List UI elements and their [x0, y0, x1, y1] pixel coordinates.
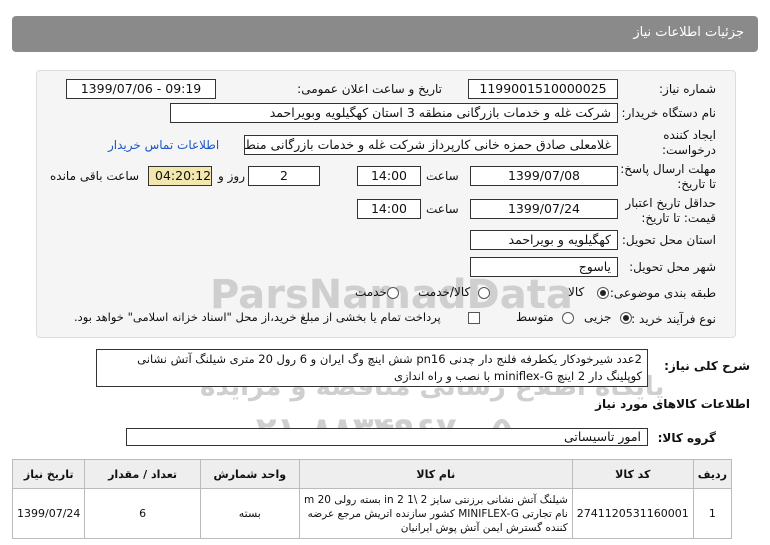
- buyer-label: نام دستگاه خریدار:: [621, 106, 717, 120]
- validity-label-1: حداقل تاریخ اعتبار: [625, 196, 716, 210]
- table-row: 1 2741120531160001 شیلنگ آتش نشانی برزنت…: [11, 488, 733, 539]
- process-label: نوع فرآیند خرید :: [631, 312, 716, 326]
- row-name: شیلنگ آتش نشانی برزنتی سایز 2 \1 2 in بس…: [298, 488, 573, 539]
- row-name-line-3: کننده گسترش ایمن آتش پوش ایرانیان: [400, 521, 568, 534]
- row-unit: بسته: [199, 488, 300, 539]
- row-date: 1399/07/24: [11, 488, 86, 539]
- deadline-label-2: تا تاریخ:: [677, 177, 716, 191]
- deadline-date-field[interactable]: 1399/07/08: [470, 166, 618, 186]
- payment-note: پرداخت تمام یا بخشی از مبلغ خرید،از محل …: [74, 310, 441, 324]
- announce-label: تاریخ و ساعت اعلان عمومی:: [297, 82, 442, 96]
- category-option-goods: کالا: [568, 285, 585, 299]
- col-code: کد کالا: [571, 459, 694, 489]
- validity-hour-label: ساعت: [426, 202, 459, 216]
- process-radio-partial[interactable]: [620, 312, 632, 324]
- remaining-time-field: 04:20:12: [148, 166, 212, 186]
- category-radio-service[interactable]: [387, 287, 399, 299]
- header-bar: جزئیات اطلاعات نیاز: [12, 16, 758, 52]
- province-label: استان محل تحویل:: [621, 233, 716, 247]
- description-label: شرح کلی نیاز:: [664, 359, 750, 373]
- col-name: نام کالا: [298, 459, 573, 489]
- goods-table-header: ردیف کد کالا نام کالا واحد شمارش تعداد /…: [11, 459, 733, 489]
- row-name-line-2: نام تجارتی MINIFLEX-G کشور سازنده اتریش …: [307, 507, 568, 520]
- goods-group-field[interactable]: امور تاسیساتی: [126, 428, 648, 446]
- buyer-field[interactable]: شرکت غله و خدمات بازرگانی منطقه 3 استان …: [170, 103, 618, 123]
- description-line-2: کوپلینگ دار 2 اینچ miniflex-G با نصب و ر…: [393, 369, 642, 383]
- treasury-payment-checkbox[interactable]: [468, 312, 480, 324]
- creator-label-1: ایجاد کننده: [663, 128, 716, 142]
- creator-label-2: درخواست:: [662, 143, 716, 157]
- days-label: روز و: [218, 169, 245, 183]
- validity-label-2: قیمت: تا تاریخ:: [641, 211, 716, 225]
- city-label: شهر محل تحویل:: [629, 260, 716, 274]
- announce-field[interactable]: 1399/07/06 - 09:19: [66, 79, 216, 99]
- goods-table: ردیف کد کالا نام کالا واحد شمارش تعداد /…: [11, 459, 733, 539]
- province-field[interactable]: کهگیلویه و بویراحمد: [470, 230, 618, 250]
- description-box: 2عدد شیرخودکار یکطرفه فلنج دار چدنی pn16…: [96, 349, 648, 387]
- days-field[interactable]: 2: [248, 166, 320, 186]
- category-option-goods-service: کالا/خدمت: [418, 285, 471, 299]
- goods-group-label: گروه کالا:: [657, 431, 716, 445]
- col-date: تاریخ نیاز: [11, 459, 86, 489]
- deadline-label-1: مهلت ارسال پاسخ:: [620, 162, 716, 176]
- creator-field[interactable]: غلامعلی صادق حمزه خانی کارپرداز شرکت غله…: [244, 135, 618, 155]
- category-option-service: خدمت: [355, 285, 387, 299]
- validity-time-field[interactable]: 14:00: [357, 199, 421, 219]
- description-line-1: 2عدد شیرخودکار یکطرفه فلنج دار چدنی pn16…: [137, 352, 642, 366]
- col-index: ردیف: [692, 459, 733, 489]
- row-code: 2741120531160001: [571, 488, 694, 539]
- remaining-label: ساعت باقی مانده: [50, 169, 140, 183]
- process-radio-medium[interactable]: [562, 312, 574, 324]
- goods-section-title: اطلاعات کالاهای مورد نیاز: [595, 397, 750, 411]
- validity-date-field[interactable]: 1399/07/24: [470, 199, 618, 219]
- deadline-hour-label: ساعت: [426, 169, 459, 183]
- row-qty: 6: [84, 488, 201, 539]
- process-option-medium: متوسط: [516, 310, 554, 324]
- row-index: 1: [692, 488, 733, 539]
- col-qty: تعداد / مقدار: [84, 459, 201, 489]
- category-radio-goods-service[interactable]: [478, 287, 490, 299]
- row-name-line-1: شیلنگ آتش نشانی برزنتی سایز 2 \1 2 in بس…: [303, 493, 568, 506]
- contact-buyer-link[interactable]: اطلاعات تماس خریدار: [108, 138, 219, 152]
- need-number-field[interactable]: 1199001510000025: [468, 79, 618, 99]
- need-number-label: شماره نیاز:: [659, 82, 716, 96]
- process-option-partial: جزیی: [584, 310, 612, 324]
- category-radio-goods[interactable]: [597, 287, 609, 299]
- page-title: جزئیات اطلاعات نیاز: [633, 25, 744, 40]
- category-label: طبقه بندی موضوعی:: [609, 286, 716, 300]
- deadline-time-field[interactable]: 14:00: [357, 166, 421, 186]
- city-field[interactable]: یاسوج: [470, 257, 618, 277]
- col-unit: واحد شمارش: [199, 459, 300, 489]
